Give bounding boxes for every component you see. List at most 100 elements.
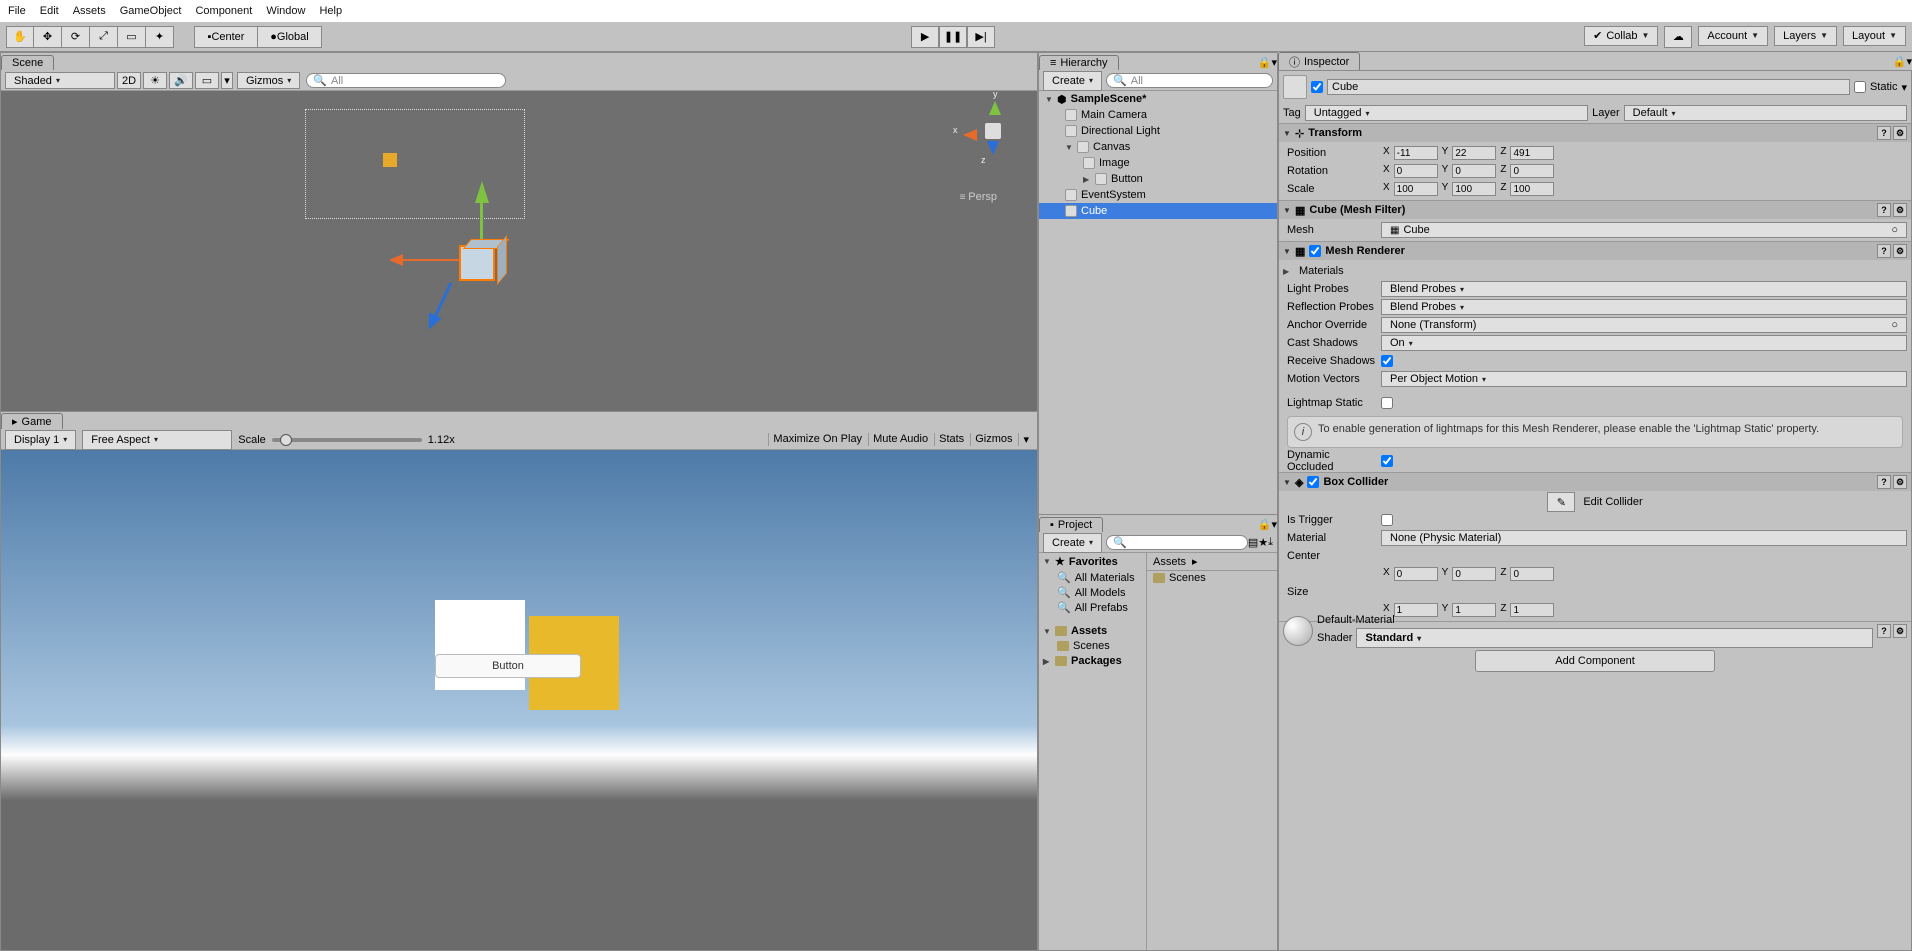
aspect-dropdown[interactable]: Free Aspect▾ (82, 430, 232, 450)
defaultmat-header[interactable]: Default-Material ShaderStandard▾ ?⚙ (1279, 622, 1911, 640)
cen-x[interactable] (1394, 567, 1438, 581)
fav-item[interactable]: 🔍All Models (1039, 585, 1146, 600)
transform-tool[interactable]: ✦ (146, 26, 174, 48)
gear-icon[interactable]: ⚙ (1893, 203, 1907, 217)
edit-collider-button[interactable]: ✎ (1547, 492, 1575, 512)
shading-mode-dropdown[interactable]: Shaded▾ (5, 72, 115, 89)
layer-dropdown[interactable]: Default▾ (1624, 105, 1907, 121)
hierarchy-row[interactable]: Main Camera (1039, 107, 1277, 123)
hierarchy-lock-icon[interactable]: 🔒 (1258, 56, 1272, 69)
menu-gameobject[interactable]: GameObject (120, 5, 182, 17)
gizmo-x-cone[interactable] (963, 129, 977, 141)
collab-dropdown[interactable]: ✔ Collab▼ (1584, 26, 1658, 46)
step-button[interactable]: ▶| (967, 26, 995, 48)
scale-slider[interactable] (272, 438, 422, 442)
rot-x[interactable] (1394, 164, 1438, 178)
maximize-on-play[interactable]: Maximize On Play (768, 433, 866, 446)
hand-tool[interactable]: ✋ (6, 26, 34, 48)
gameobject-active-checkbox[interactable] (1311, 81, 1323, 93)
pivot-center-toggle[interactable]: ▪ Center (194, 26, 258, 48)
scl-z[interactable] (1510, 182, 1554, 196)
menu-file[interactable]: File (8, 5, 26, 17)
gear-icon[interactable]: ⚙ (1893, 624, 1907, 638)
static-dropdown[interactable]: ▾ (1901, 81, 1907, 94)
help-icon[interactable]: ? (1877, 475, 1891, 489)
tab-scene[interactable]: Scene (1, 55, 54, 70)
scene-viewport[interactable]: x y z ≡ Persp (1, 91, 1037, 411)
help-icon[interactable]: ? (1877, 126, 1891, 140)
lightprobes-dd[interactable]: Blend Probes▾ (1381, 281, 1907, 297)
scale-tool[interactable]: ⤢ (90, 26, 118, 48)
materials-label[interactable]: Materials (1295, 265, 1389, 277)
help-icon[interactable]: ? (1877, 244, 1891, 258)
hierarchy-menu-icon[interactable]: ▾ (1271, 56, 1277, 69)
shader-dd[interactable]: Standard▾ (1356, 628, 1873, 648)
mesh-field[interactable]: ▦ Cube○ (1381, 222, 1907, 238)
layers-dropdown[interactable]: Layers▼ (1774, 26, 1837, 46)
add-component-button[interactable]: Add Component (1475, 650, 1715, 672)
layout-dropdown[interactable]: Layout▼ (1843, 26, 1906, 46)
recvshadow-checkbox[interactable] (1381, 355, 1393, 367)
selected-cube[interactable] (459, 245, 495, 281)
ui-button[interactable]: Button (435, 654, 581, 678)
hierarchy-row[interactable]: ▶Button (1039, 171, 1277, 187)
project-star-icon[interactable]: ★ (1258, 536, 1268, 549)
game-viewport[interactable]: Button (1, 450, 1037, 950)
menu-help[interactable]: Help (319, 5, 342, 17)
persp-label[interactable]: ≡ Persp (960, 191, 997, 203)
tab-inspector[interactable]: ⓘ Inspector (1278, 52, 1360, 71)
tab-hierarchy[interactable]: ≡ Hierarchy (1039, 55, 1119, 70)
menu-assets[interactable]: Assets (73, 5, 106, 17)
mute-audio[interactable]: Mute Audio (868, 433, 932, 446)
gameobject-name-field[interactable] (1327, 79, 1850, 95)
istrigger-checkbox[interactable] (1381, 514, 1393, 526)
scene-row[interactable]: ▼⬢SampleScene* (1039, 91, 1277, 107)
stats-toggle[interactable]: Stats (934, 433, 968, 446)
project-create[interactable]: Create▾ (1043, 533, 1102, 553)
cloud-button[interactable]: ☁ (1664, 26, 1692, 48)
game-gizmos-dd[interactable]: ▾ (1018, 433, 1033, 446)
hierarchy-row-selected[interactable]: Cube (1039, 203, 1277, 219)
project-item[interactable]: Scenes (1147, 571, 1277, 585)
physmat-field[interactable]: None (Physic Material) (1381, 530, 1907, 546)
fx-dropdown[interactable]: ▾ (221, 72, 233, 89)
fav-item[interactable]: 🔍All Prefabs (1039, 600, 1146, 615)
pause-button[interactable]: ❚❚ (939, 26, 967, 48)
castshadow-dd[interactable]: On▾ (1381, 335, 1907, 351)
hierarchy-row[interactable]: EventSystem (1039, 187, 1277, 203)
rect-tool[interactable]: ▭ (118, 26, 146, 48)
boxcollider-enabled[interactable] (1307, 476, 1319, 488)
project-filter-icon[interactable]: ▤ (1248, 536, 1258, 549)
packages-folder[interactable]: ▶Packages (1039, 653, 1146, 669)
rot-z[interactable] (1510, 164, 1554, 178)
meshrenderer-header[interactable]: ▼▦Mesh Renderer?⚙ (1279, 242, 1911, 260)
gizmo-center[interactable] (985, 123, 1001, 139)
menu-component[interactable]: Component (195, 5, 252, 17)
project-lock-icon[interactable]: 🔒 (1258, 518, 1272, 531)
fav-item[interactable]: 🔍All Materials (1039, 570, 1146, 585)
audio-toggle[interactable]: 🔊 (169, 72, 193, 89)
assets-folder[interactable]: ▼Assets (1039, 623, 1146, 639)
help-icon[interactable]: ? (1877, 624, 1891, 638)
cen-z[interactable] (1510, 567, 1554, 581)
game-gizmos[interactable]: Gizmos (970, 433, 1016, 446)
menu-edit[interactable]: Edit (40, 5, 59, 17)
tab-project[interactable]: ▪ Project (1039, 517, 1103, 532)
hierarchy-search[interactable]: 🔍All (1106, 73, 1273, 88)
inspector-menu-icon[interactable]: ▾ (1906, 55, 1912, 68)
account-dropdown[interactable]: Account▼ (1698, 26, 1768, 46)
lightmap-checkbox[interactable] (1381, 397, 1393, 409)
rotate-tool[interactable]: ⟳ (62, 26, 90, 48)
scl-y[interactable] (1452, 182, 1496, 196)
fx-toggle[interactable]: ▭ (195, 72, 219, 89)
play-button[interactable]: ▶ (911, 26, 939, 48)
hierarchy-row[interactable]: ▼Canvas (1039, 139, 1277, 155)
rot-y[interactable] (1452, 164, 1496, 178)
tab-game[interactable]: ▸Game (1, 413, 63, 429)
pivot-global-toggle[interactable]: ● Global (258, 26, 322, 48)
project-search[interactable]: 🔍 (1106, 535, 1248, 550)
gear-icon[interactable]: ⚙ (1893, 244, 1907, 258)
hierarchy-row[interactable]: Directional Light (1039, 123, 1277, 139)
meshfilter-header[interactable]: ▼▦Cube (Mesh Filter)?⚙ (1279, 201, 1911, 219)
motion-dd[interactable]: Per Object Motion▾ (1381, 371, 1907, 387)
